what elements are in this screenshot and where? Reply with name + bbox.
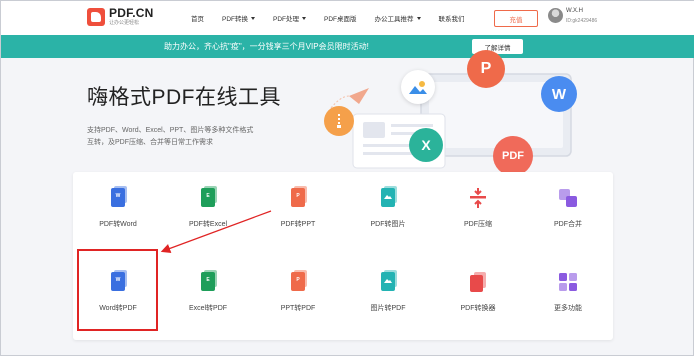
promo-text: 助力办公，齐心抗"疫"，一分钱享三个月VIP会员限时活动! [164, 42, 369, 51]
site-logo[interactable]: PDF.CN 让办公更轻松 [87, 7, 154, 26]
top-header: PDF.CN 让办公更轻松 首页 PDF转换 PDF处理 PDF桌面版 办公工具推荐 联系… [1, 1, 694, 35]
more-features-icon [556, 270, 580, 294]
tool-item[interactable]: PDF转换器 [433, 256, 523, 340]
excel-to-pdf-icon: E [196, 270, 220, 294]
nav-item-label: 首页 [191, 16, 204, 23]
nav-item[interactable]: PDF桌面版 [324, 13, 357, 23]
tool-item[interactable]: W PDF转Word [73, 172, 163, 256]
tool-label: PDF转图片 [370, 221, 406, 228]
pdf-converter-icon [466, 270, 490, 294]
main-nav: 首页 PDF转换 PDF处理 PDF桌面版 办公工具推荐 联系我们 [191, 1, 483, 35]
excel-bubble-icon: X [409, 128, 443, 162]
promo-banner: 助力办公，齐心抗"疫"，一分钱享三个月VIP会员限时活动! 了解详情 [1, 35, 694, 58]
tool-label: PDF转PPT [280, 221, 316, 228]
pdf-to-image-icon [376, 186, 400, 210]
tool-item[interactable]: 图片转PDF [343, 256, 433, 340]
pdf-bubble-icon: PDF [493, 136, 533, 176]
user-name[interactable]: W.X.H [566, 8, 583, 14]
hero-illustration: P W X PDF [301, 50, 621, 176]
tool-item[interactable]: P PPT转PDF [253, 256, 343, 340]
pdf-to-excel-icon: E [196, 186, 220, 210]
tool-label: PDF压缩 [464, 221, 492, 228]
tool-label: PDF转换器 [460, 305, 496, 312]
logo-icon [87, 7, 105, 26]
nav-item[interactable]: PDF处理 [273, 13, 306, 23]
pdf-to-ppt-icon: P [286, 186, 310, 210]
pdf-to-word-icon: W [106, 186, 130, 210]
tool-label: PPT转PDF [280, 305, 316, 312]
doc-letter: W [115, 193, 121, 199]
doc-letter: E [206, 193, 210, 199]
nav-item-label: PDF处理 [273, 16, 299, 23]
description-line-1: 支持PDF、Word、Excel、PPT、图片等多种文件格式 [87, 127, 254, 134]
doc-letter: E [206, 277, 210, 283]
nav-item-label: 办公工具推荐 [374, 16, 414, 23]
ppt-bubble-icon: P [467, 50, 505, 88]
nav-item-label: PDF转换 [222, 16, 248, 23]
tool-label: PDF转Excel [188, 221, 228, 228]
tool-item[interactable]: E PDF转Excel [163, 172, 253, 256]
caret-down-icon [251, 16, 255, 20]
logo-subtitle: 让办公更轻松 [109, 20, 140, 26]
word-bubble-icon: W [541, 76, 577, 112]
caret-down-icon [416, 16, 421, 20]
doc-letter [381, 193, 395, 201]
nav-item[interactable]: 首页 [191, 13, 204, 23]
tool-item[interactable]: PDF合并 [523, 172, 613, 256]
nav-item[interactable]: PDF转换 [222, 13, 255, 23]
nav-item[interactable]: 办公工具推荐 [375, 13, 421, 23]
tool-label: PDF合并 [554, 221, 582, 228]
tool-item[interactable]: E Excel转PDF [163, 256, 253, 340]
logo-name: PDF.CN [109, 6, 154, 20]
user-id: ID:gk2429486 [566, 18, 598, 24]
doc-letter [381, 277, 395, 285]
recharge-button[interactable]: 充值 [494, 10, 538, 27]
tool-item[interactable]: PDF压缩 [433, 172, 523, 256]
nav-item[interactable]: 联系我们 [439, 13, 465, 23]
nav-item-label: PDF桌面版 [324, 16, 357, 23]
tool-item[interactable]: PDF转图片 [343, 172, 433, 256]
ppt-to-pdf-icon: P [286, 270, 310, 294]
zip-bubble-icon [324, 106, 354, 136]
caret-down-icon [302, 16, 306, 20]
doc-letter: P [296, 277, 300, 283]
tool-label: 更多功能 [554, 305, 582, 312]
avatar[interactable] [548, 8, 563, 23]
tool-item[interactable]: P PDF转PPT [253, 172, 343, 256]
nav-item-label: 联系我们 [438, 16, 465, 23]
tool-item[interactable]: 更多功能 [523, 256, 613, 340]
image-to-pdf-icon [376, 270, 400, 294]
tool-label: PDF转Word [99, 221, 137, 228]
tool-label: Excel转PDF [188, 305, 228, 312]
pdf-merge-icon [556, 186, 580, 210]
pdf-compress-icon [466, 186, 490, 210]
page-description: 支持PDF、Word、Excel、PPT、图片等多种文件格式 互转，及PDF压缩… [87, 125, 287, 149]
image-bubble-icon [401, 70, 435, 104]
description-line-2: 互转，及PDF压缩、合并等日常工作需求 [87, 139, 213, 146]
tool-label: 图片转PDF [370, 305, 406, 312]
page-title: 嗨格式PDF在线工具 [87, 86, 281, 109]
highlight-box [77, 249, 158, 331]
doc-letter: P [296, 193, 300, 199]
